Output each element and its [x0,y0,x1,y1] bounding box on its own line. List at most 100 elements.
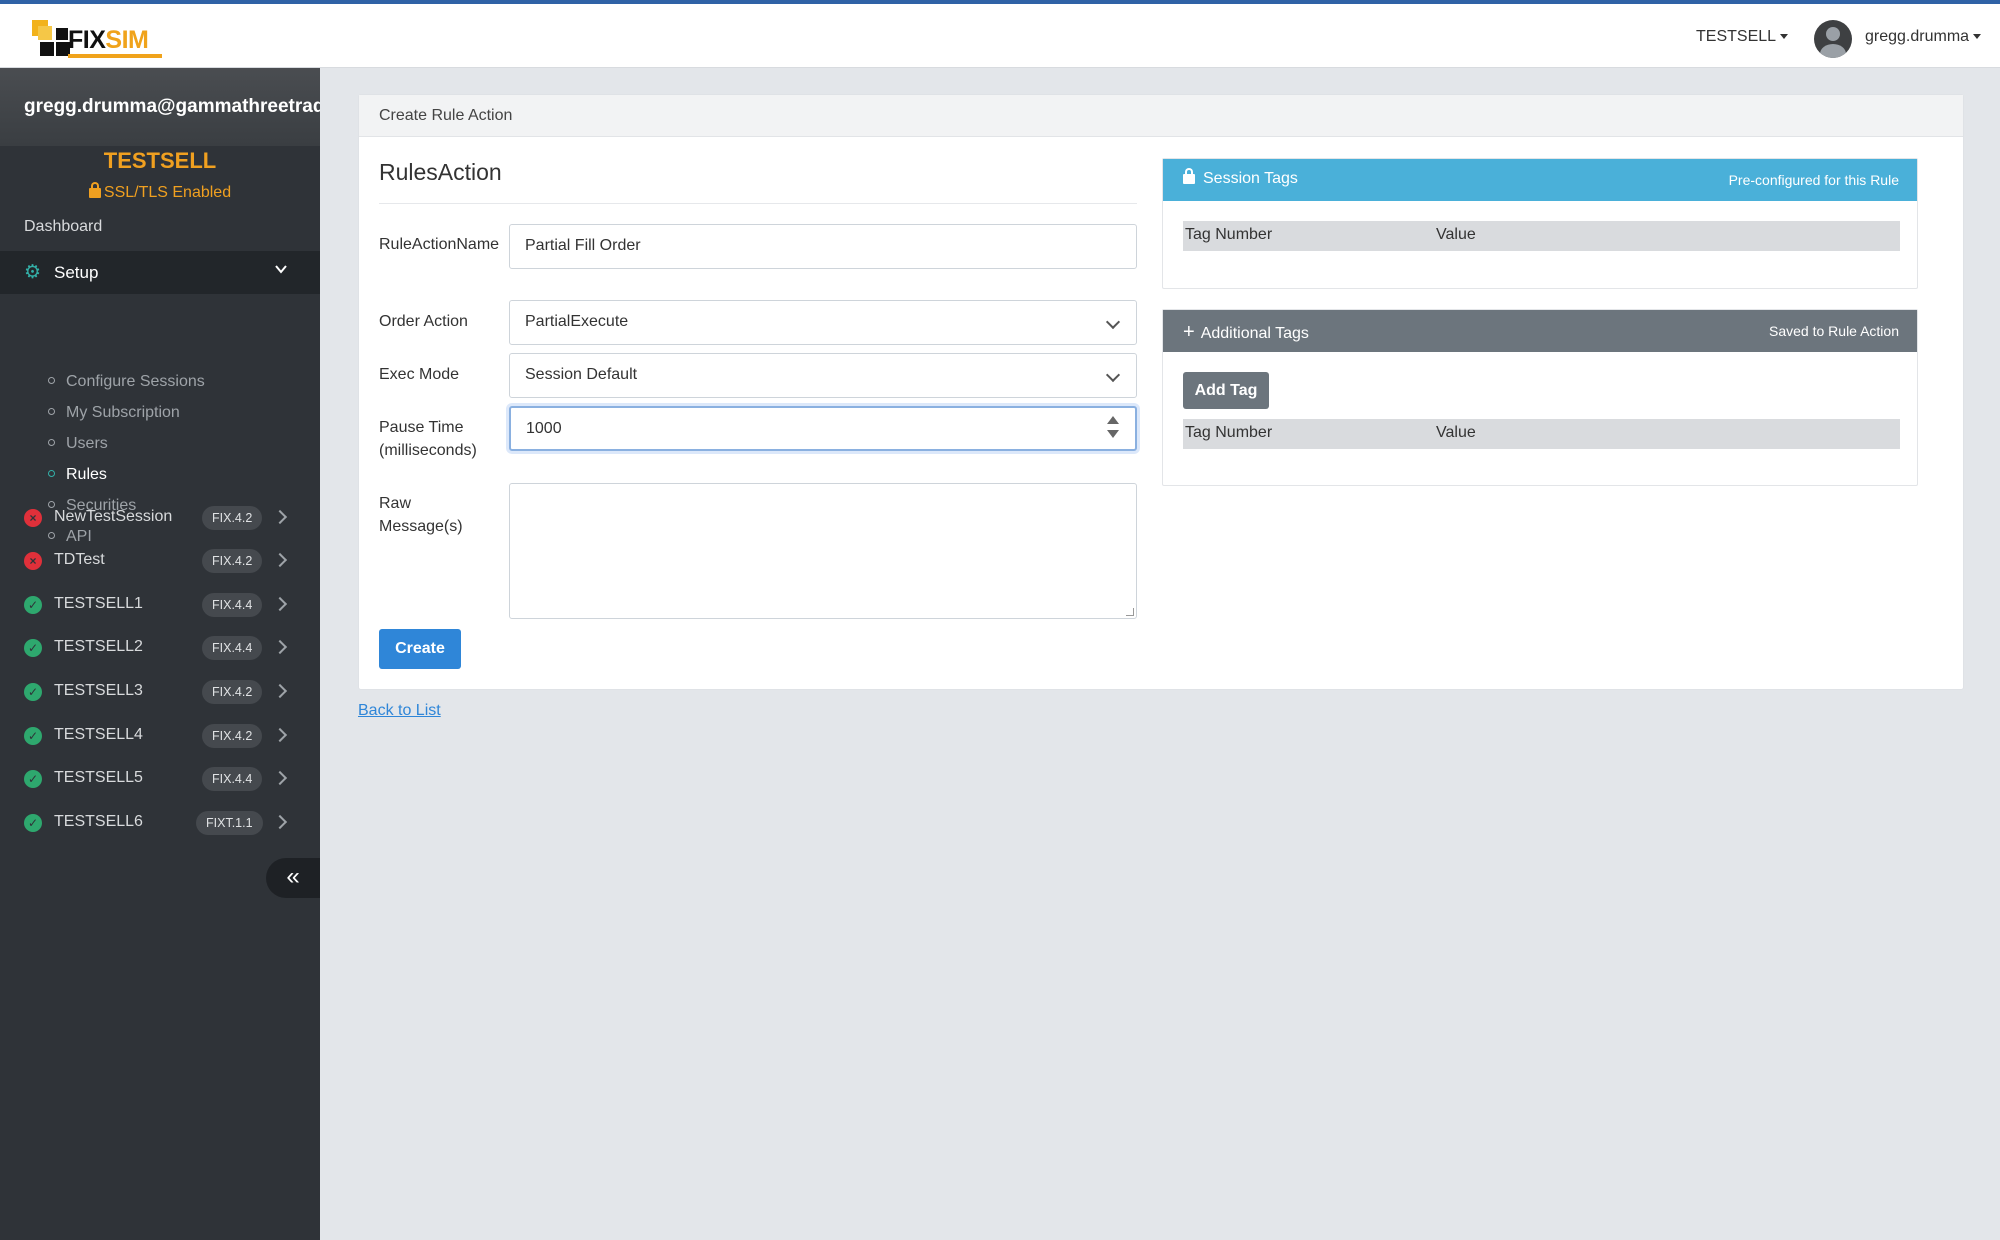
session-tags-title: Session Tags [1183,168,1298,188]
sidebar-item-label: My Subscription [66,404,180,421]
session-tags-subtitle: Pre-configured for this Rule [1728,172,1899,188]
session-item-testsell3[interactable]: ✓ TESTSELL3 FIX.4.2 [0,672,320,712]
bullet-icon [48,408,55,415]
check-icon: ✓ [24,683,42,701]
chevron-right-icon [272,639,288,655]
fix-version-badge: FIX.4.2 [202,506,263,530]
bullet-icon [48,439,55,446]
error-icon: × [24,552,42,570]
column-header-tag-number: Tag Number [1185,424,1273,441]
sidebar-item-users[interactable]: Users [48,435,108,453]
pause-time-input[interactable]: 1000 [509,406,1137,451]
ssl-status: SSL/TLS Enabled [0,182,320,202]
pause-time-label: Pause Time (milliseconds) [379,419,477,459]
order-action-value: PartialExecute [525,313,629,330]
rule-action-name-label: RuleActionName [379,236,500,253]
session-item-testsell5[interactable]: ✓ TESTSELL5 FIX.4.4 [0,759,320,799]
fix-version-badge: FIX.4.2 [202,549,263,573]
number-spinner-icon[interactable] [1107,416,1119,442]
plus-icon: + [1183,321,1195,343]
session-tags-title-text: Session Tags [1203,170,1298,187]
resize-handle-icon[interactable] [1126,608,1134,616]
bullet-icon [48,470,55,477]
sidebar-environment: TESTSELL [103,148,217,173]
fixsim-logo[interactable]: FIXSIM [28,16,162,60]
top-navbar: FIXSIM TESTSELL gregg.drumma [0,0,2000,68]
chevron-right-icon [272,727,288,743]
rule-action-name-input[interactable]: Partial Fill Order [509,224,1137,269]
column-header-value: Value [1436,424,1476,441]
raw-messages-textarea[interactable] [509,483,1137,619]
divider [379,203,1137,204]
collapse-sidebar-button[interactable]: « [266,858,320,898]
order-action-label: Order Action [379,313,468,330]
logo-square [56,28,68,40]
session-name: TESTSELL6 [54,813,143,830]
order-action-select[interactable]: PartialExecute [509,300,1137,345]
lock-icon [88,182,101,198]
sidebar-user-email: gregg.drumma@gammathreetradi [24,96,320,117]
sidebar-item-setup[interactable]: ⚙ Setup [0,251,320,294]
avatar-body [1820,44,1846,58]
avatar-head [1826,27,1840,41]
column-header-value: Value [1436,226,1476,243]
ssl-label: SSL/TLS Enabled [103,184,232,201]
additional-tags-subtitle: Saved to Rule Action [1769,323,1899,339]
check-icon: ✓ [24,639,42,657]
session-tags-panel: Session Tags Pre-configured for this Rul… [1162,158,1918,289]
card-header: Create Rule Action [359,95,1963,137]
sidebar-item-label: Setup [54,263,99,282]
spinner-up-icon [1107,416,1119,424]
bullet-icon [48,377,55,384]
sidebar-item-label: Rules [66,466,107,483]
session-item-newtestsession[interactable]: × NewTestSession FIX.4.2 [0,498,320,538]
fix-version-badge: FIX.4.4 [202,767,263,791]
gear-icon: ⚙ [24,262,42,283]
additional-tags-header[interactable]: + Additional Tags Saved to Rule Action [1163,310,1917,352]
fix-version-badge: FIX.4.2 [202,680,263,704]
chevron-down-icon [275,265,287,274]
sidebar-item-dashboard[interactable]: Dashboard [24,218,102,236]
sidebar-item-rules[interactable]: Rules [48,466,107,484]
session-tags-header: Session Tags Pre-configured for this Rul… [1163,159,1917,201]
sidebar-item-configure-sessions[interactable]: Configure Sessions [48,373,205,391]
session-item-testsell2[interactable]: ✓ TESTSELL2 FIX.4.4 [0,628,320,668]
create-button[interactable]: Create [379,629,461,669]
session-item-testsell4[interactable]: ✓ TESTSELL4 FIX.4.2 [0,716,320,756]
fix-version-badge: FIXT.1.1 [196,811,263,835]
chevron-right-icon [272,814,288,830]
avatar[interactable] [1814,20,1852,58]
user-label: gregg.drumma [1865,28,1970,45]
chevron-right-icon [272,552,288,568]
session-name: TESTSELL2 [54,638,143,655]
add-tag-button[interactable]: Add Tag [1183,372,1269,409]
sidebar-item-my-subscription[interactable]: My Subscription [48,404,180,422]
logo-square [40,42,54,56]
session-name: NewTestSession [54,508,173,525]
check-icon: ✓ [24,770,42,788]
session-item-testsell1[interactable]: ✓ TESTSELL1 FIX.4.4 [0,585,320,625]
logo-square [38,26,52,40]
chevron-right-icon [272,596,288,612]
chevron-right-icon [272,683,288,699]
fix-version-badge: FIX.4.4 [202,636,263,660]
create-rule-action-card: Create Rule Action RulesAction RuleActio… [358,94,1964,690]
back-to-list-link[interactable]: Back to List [358,702,441,720]
environment-label: TESTSELL [1696,28,1777,45]
chevron-right-icon [272,770,288,786]
exec-mode-label: Exec Mode [379,366,460,383]
raw-messages-label: Raw Message(s) [379,495,463,535]
session-item-testsell6[interactable]: ✓ TESTSELL6 FIXT.1.1 [0,803,320,843]
additional-tags-panel: + Additional Tags Saved to Rule Action Ad… [1162,309,1918,486]
environment-dropdown[interactable]: TESTSELL [1696,28,1789,46]
user-dropdown[interactable]: gregg.drumma [1865,28,1982,46]
chevron-down-icon [1105,314,1121,330]
form-title: RulesAction [379,159,502,185]
session-item-tdtest[interactable]: × TDTest FIX.4.2 [0,541,320,581]
chevron-right-icon [272,509,288,525]
exec-mode-select[interactable]: Session Default [509,353,1137,398]
session-name: TESTSELL3 [54,682,143,699]
caret-down-icon [1780,34,1789,40]
card-header-title: Create Rule Action [379,107,513,124]
logo-text-fix: FIX [68,26,106,54]
